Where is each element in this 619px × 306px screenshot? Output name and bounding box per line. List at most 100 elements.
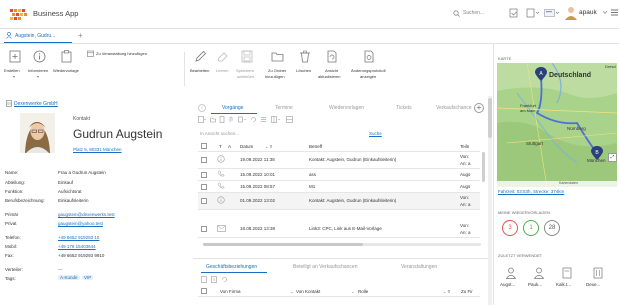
grid-attachment-icon[interactable] [228, 116, 234, 123]
main-scrollbar[interactable] [488, 96, 492, 305]
row-checkbox[interactable] [201, 172, 207, 178]
clear-button[interactable]: Leeren [214, 50, 232, 88]
hamburger-menu-icon[interactable] [611, 9, 618, 16]
table-row[interactable]: 15.09.2022 10:01 ass Augs [198, 169, 480, 181]
scrollbar-thumb[interactable] [203, 243, 363, 246]
document-icon[interactable] [509, 8, 519, 18]
tab-sales-opportunities[interactable]: Beteiligt an Verkaufschancen [293, 264, 358, 270]
map-view[interactable]: A B Deutschland Dresd Frankfurt am Main … [497, 63, 617, 187]
resubmission-overdue-count[interactable]: 3 [502, 220, 518, 236]
contact-tab-icon [6, 32, 12, 39]
recent-item[interactable]: Augst... [500, 267, 522, 291]
map-label-city: Stuttgart [526, 141, 544, 146]
grid-menu-icon[interactable] [198, 116, 206, 123]
create-button[interactable]: Erstellen ▾ [4, 50, 26, 88]
scroll-left-button[interactable]: ‹ [198, 104, 206, 112]
mobile-link[interactable]: +49 176 15403644 [58, 244, 96, 249]
table-horizontal-scrollbar[interactable] [203, 243, 481, 246]
phone-link[interactable]: +49 6652 919293 10 [58, 235, 99, 240]
grid-refresh-icon[interactable] [250, 116, 257, 123]
map-expand-button[interactable]: ⤢ [608, 153, 617, 162]
sort-filter-icon[interactable]: ⌄ ⊽ [443, 289, 450, 294]
resubmission-total-count[interactable]: 28 [544, 220, 560, 236]
add-activity-button[interactable]: + [474, 103, 484, 113]
email-private-link[interactable]: gaugstein@yahoo.test [58, 221, 103, 226]
add-to-folder-button[interactable]: Zu Ordner hinzufügen [264, 50, 292, 88]
save-label-2: schließen [237, 74, 255, 79]
column-header-date[interactable]: Datum [240, 144, 253, 149]
row-checkbox[interactable] [201, 157, 207, 163]
inform-button[interactable]: Informieren ▾ [28, 50, 50, 88]
tab-wiedervorlagen[interactable]: Wiedervorlagen [329, 105, 364, 111]
row-participants-2: An: a [460, 230, 471, 235]
table-row[interactable]: 01.09.2022 13:02 Kontakt: Augstein, Gudr… [198, 193, 480, 210]
email-primary-link[interactable]: gaugstein@dexenwerks.test [58, 212, 115, 217]
main-scrollbar-thumb[interactable] [488, 98, 492, 138]
select-all-checkbox[interactable] [201, 143, 207, 149]
delete-button[interactable]: Löschen [294, 50, 316, 88]
sort-desc-icon[interactable]: ⌄ ⊽ [265, 144, 272, 149]
global-search-input[interactable]: Suchen... [463, 10, 484, 16]
recent-item[interactable]: Kalk.t... [556, 267, 578, 291]
column-header-participants[interactable]: Teiln [460, 144, 469, 149]
view-search-input[interactable]: In Ansicht suchen... [200, 131, 239, 136]
edit-button[interactable]: Bearbeiten [190, 50, 212, 88]
save-close-button[interactable]: Speichern schließen [235, 50, 261, 88]
tab-verkaufschancen[interactable]: Verkaufschancen [436, 105, 472, 111]
company-link[interactable]: Dexenwerke GmbH [14, 101, 58, 107]
refresh-view-button[interactable]: Ansicht aktualisieren [317, 50, 347, 88]
search-icon[interactable] [453, 10, 460, 17]
view-search-button[interactable]: Suche [369, 131, 382, 136]
app-logo-icon[interactable] [10, 9, 28, 20]
column-header-type[interactable]: T [219, 144, 222, 149]
recent-item[interactable]: Pauk... [528, 267, 550, 291]
row-checkbox[interactable] [201, 226, 207, 232]
tab-tickets[interactable]: Tickets [396, 105, 412, 111]
tab-vorgaenge[interactable]: Vorgänge [211, 102, 257, 114]
grid-document-icon[interactable] [219, 116, 225, 123]
table-row[interactable]: 15.09.2022 08:57 M1 Augs [198, 181, 480, 193]
column-header-from-company[interactable]: Von Firma [220, 289, 241, 294]
tab-business-relations[interactable]: Geschäftsbeziehungen [201, 261, 267, 273]
relations-menu-icon[interactable] [201, 276, 207, 283]
contact-address-link[interactable]: Platz 5, 80331 München [73, 147, 122, 152]
resubmission-button[interactable]: Wiedervorlage [53, 50, 81, 88]
select-all-checkbox[interactable] [201, 288, 207, 294]
grid-columns-icon[interactable] [271, 116, 281, 123]
grid-list-icon[interactable] [260, 116, 267, 123]
table-row[interactable]: 18.08.2022 13:38 Link3: CPC, Link aus E-… [198, 221, 480, 238]
relations-add-icon[interactable] [211, 276, 217, 283]
column-header-to-company[interactable]: Zu Fir [461, 289, 473, 294]
resubmission-today-count[interactable]: 1 [523, 220, 539, 236]
relations-refresh-icon[interactable] [221, 276, 228, 283]
column-header-subject[interactable]: Betreff [309, 144, 322, 149]
table-row[interactable]: 19.09.2022 11:38 Kontakt: Augstein, Gudr… [198, 152, 480, 169]
changelog-button[interactable]: Änderungsprotokoll anzeigen [351, 50, 387, 88]
column-header-role[interactable]: Rolle [358, 289, 368, 294]
chevron-down-icon[interactable] [603, 11, 607, 14]
recent-item[interactable]: Dexe... [586, 267, 610, 291]
tab-contact[interactable]: Augstein, Gudru... [4, 29, 72, 43]
card-icon[interactable] [544, 9, 560, 17]
column-header-attachment[interactable]: A [228, 144, 231, 149]
row-checkbox[interactable] [201, 184, 207, 190]
tab-events[interactable]: Veranstaltungen [401, 264, 437, 270]
table-vertical-scrollbar[interactable] [482, 152, 485, 182]
tag-badge[interactable]: VIP [82, 275, 94, 280]
sort-icon[interactable]: ⌄ [351, 289, 354, 294]
grid-forward-icon[interactable] [238, 116, 246, 123]
column-header-from-contact[interactable]: Von Kontakt [296, 289, 320, 294]
route-info-link[interactable]: Fahrzeit: 03:53h, Strecke: 374km [498, 189, 564, 194]
tab-termine[interactable]: Termine [275, 105, 293, 111]
grid-export-icon[interactable] [286, 116, 293, 123]
user-avatar-icon[interactable] [565, 6, 577, 20]
add-to-event-button[interactable]: Zu Veranstaltung hinzufügen [87, 50, 179, 60]
add-tab-button[interactable]: + [78, 31, 83, 40]
grid-folder-icon[interactable] [210, 116, 216, 123]
new-item-icon[interactable] [526, 8, 540, 18]
sort-icon[interactable]: ⌄ [290, 289, 293, 294]
email-icon [217, 225, 226, 232]
user-menu-name[interactable]: apauk [579, 9, 597, 16]
row-checkbox[interactable] [201, 198, 207, 204]
tag-badge[interactable]: A-Kunde [58, 275, 80, 280]
